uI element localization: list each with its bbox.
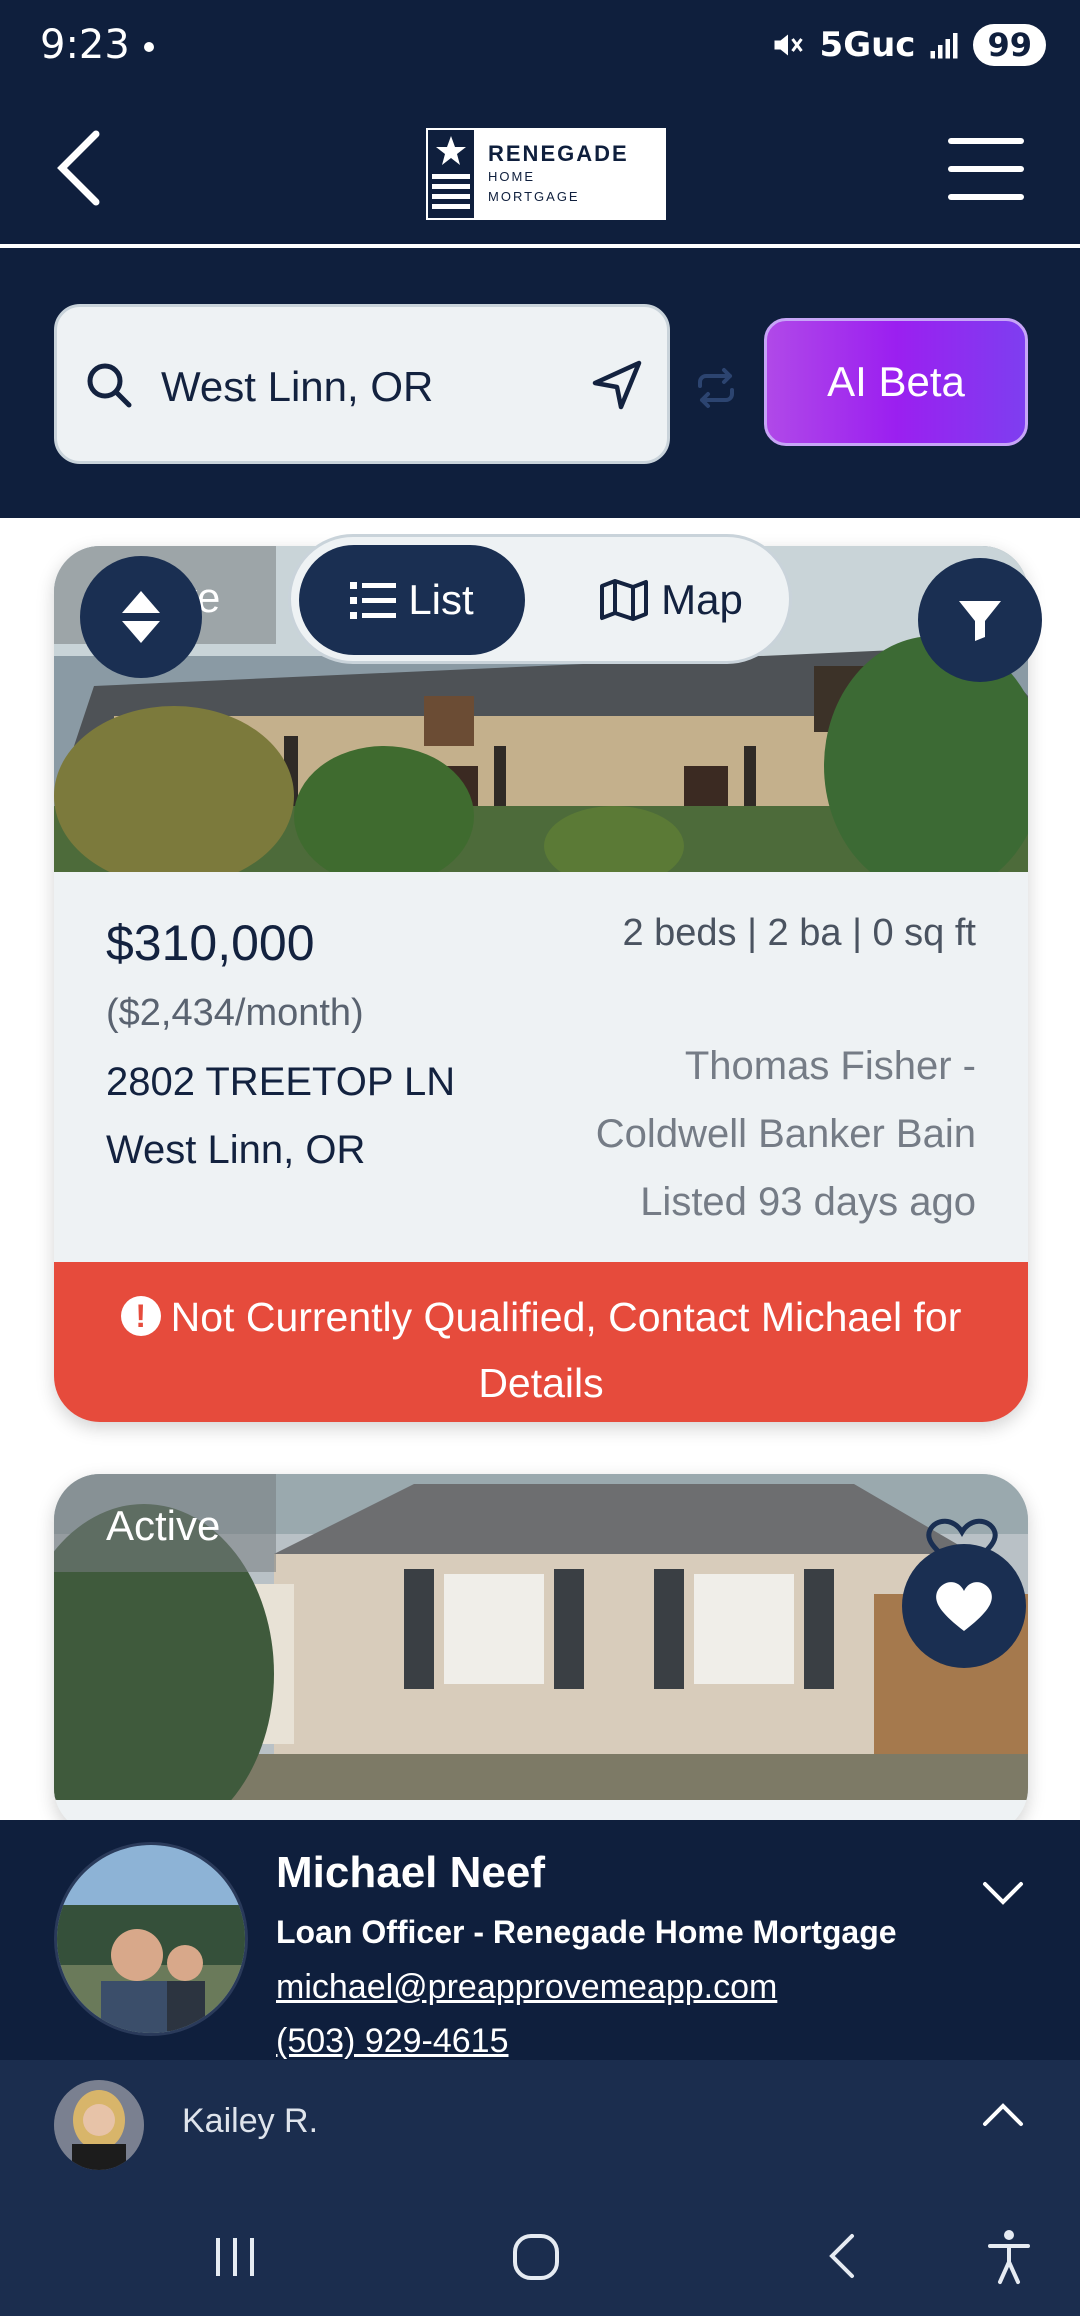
list-icon bbox=[350, 582, 397, 619]
repeat-icon[interactable] bbox=[692, 364, 740, 412]
chevron-up-icon[interactable] bbox=[982, 2102, 1024, 2128]
listing-specs: 2 beds | 2 ba | 0 sq ft bbox=[622, 912, 976, 954]
logo-star-icon bbox=[428, 130, 474, 218]
qualification-alert-text: Not Currently Qualified, Contact Michael… bbox=[170, 1294, 962, 1406]
signal-icon bbox=[930, 33, 958, 59]
home-icon[interactable] bbox=[510, 2226, 564, 2286]
mute-icon bbox=[774, 34, 803, 56]
contact-bar[interactable]: Kailey R. bbox=[0, 2060, 1080, 2196]
map-view-label: Map bbox=[661, 576, 743, 623]
map-icon bbox=[600, 579, 649, 621]
list-view-label: List bbox=[408, 576, 474, 623]
heart-icon bbox=[936, 1582, 992, 1631]
search-icon bbox=[87, 363, 132, 408]
loan-officer-phone-link[interactable]: (503) 929-4615 bbox=[276, 2022, 509, 2060]
network-label: 5Guc bbox=[819, 25, 916, 65]
list-view-button[interactable]: List bbox=[299, 545, 525, 655]
listing-price: $310,000 bbox=[106, 915, 315, 971]
back-icon bbox=[57, 130, 100, 206]
loan-officer-avatar bbox=[54, 1842, 248, 2036]
status-time: 9:23 bbox=[40, 22, 130, 68]
loan-officer-email-link[interactable]: michael@preapprovemeapp.com bbox=[276, 1968, 777, 2007]
app-header: RENEGADE HOME MORTGAGE bbox=[0, 96, 1080, 246]
search-value: West Linn, OR bbox=[161, 363, 434, 410]
listing-monthly-payment: ($2,434/month) bbox=[106, 992, 364, 1034]
recent-apps-icon[interactable] bbox=[212, 2226, 258, 2286]
logo-title: RENEGADE bbox=[488, 141, 629, 166]
sort-button[interactable] bbox=[80, 556, 202, 678]
listing-photo[interactable]: Active bbox=[54, 1474, 1028, 1800]
accessibility-icon[interactable] bbox=[984, 2226, 1034, 2286]
exclamation-icon: ! bbox=[120, 1296, 161, 1336]
contact-name: Kailey R. bbox=[182, 2102, 319, 2140]
favorite-button[interactable] bbox=[902, 1544, 1026, 1668]
listing-address-city: West Linn, OR bbox=[106, 1128, 366, 1172]
notification-dot bbox=[144, 42, 154, 52]
qualification-alert[interactable]: ! Not Currently Qualified, Contact Michae… bbox=[54, 1262, 1028, 1422]
sort-icon bbox=[122, 591, 160, 643]
navigation-icon[interactable] bbox=[589, 357, 645, 413]
chevron-down-icon[interactable] bbox=[982, 1880, 1024, 1906]
filter-button[interactable] bbox=[918, 558, 1042, 682]
listing-status-badge: Active bbox=[54, 1474, 276, 1572]
battery-level: 99 bbox=[973, 24, 1046, 66]
menu-button[interactable] bbox=[948, 138, 1024, 200]
listing-info: $310,000 ($2,434/month) 2802 TREETOP LN … bbox=[54, 872, 1028, 1262]
contact-avatar bbox=[54, 2080, 144, 2170]
map-view-button[interactable]: Map bbox=[571, 545, 771, 655]
logo-line3: MORTGAGE bbox=[488, 189, 580, 204]
logo-line2: HOME bbox=[488, 169, 535, 184]
loan-officer-panel: Michael Neef Loan Officer - Renegade Hom… bbox=[0, 1820, 1080, 2060]
app-logo: RENEGADE HOME MORTGAGE bbox=[426, 128, 666, 220]
menu-icon bbox=[948, 138, 1024, 144]
search-area: West Linn, OR AI Beta bbox=[0, 248, 1080, 518]
filter-icon bbox=[959, 601, 1001, 641]
listing-brokerage: Coldwell Banker Bain bbox=[595, 1112, 976, 1156]
nav-back-icon[interactable] bbox=[822, 2226, 862, 2286]
loan-officer-role: Loan Officer - Renegade Home Mortgage bbox=[276, 1914, 897, 1950]
listing-address-street: 2802 TREETOP LN bbox=[106, 1060, 456, 1104]
back-button[interactable] bbox=[50, 128, 110, 208]
status-icons: 5Guc 99 bbox=[770, 24, 1046, 66]
view-toggle: List Map bbox=[288, 534, 792, 664]
listing-agent: Thomas Fisher - bbox=[684, 1044, 976, 1088]
loan-officer-name: Michael Neef bbox=[276, 1848, 545, 1897]
location-search-input[interactable]: West Linn, OR bbox=[54, 304, 670, 464]
listing-days-listed: Listed 93 days ago bbox=[640, 1180, 976, 1224]
ai-beta-button[interactable]: AI Beta bbox=[764, 318, 1028, 446]
system-nav-bar bbox=[0, 2196, 1080, 2316]
listing-card[interactable]: Active bbox=[54, 1474, 1028, 1834]
listing-card[interactable]: Active $310,000 ($2,434/month) 2802 TREE… bbox=[54, 546, 1028, 1422]
status-bar: 9:23 5Guc 99 bbox=[0, 0, 1080, 96]
